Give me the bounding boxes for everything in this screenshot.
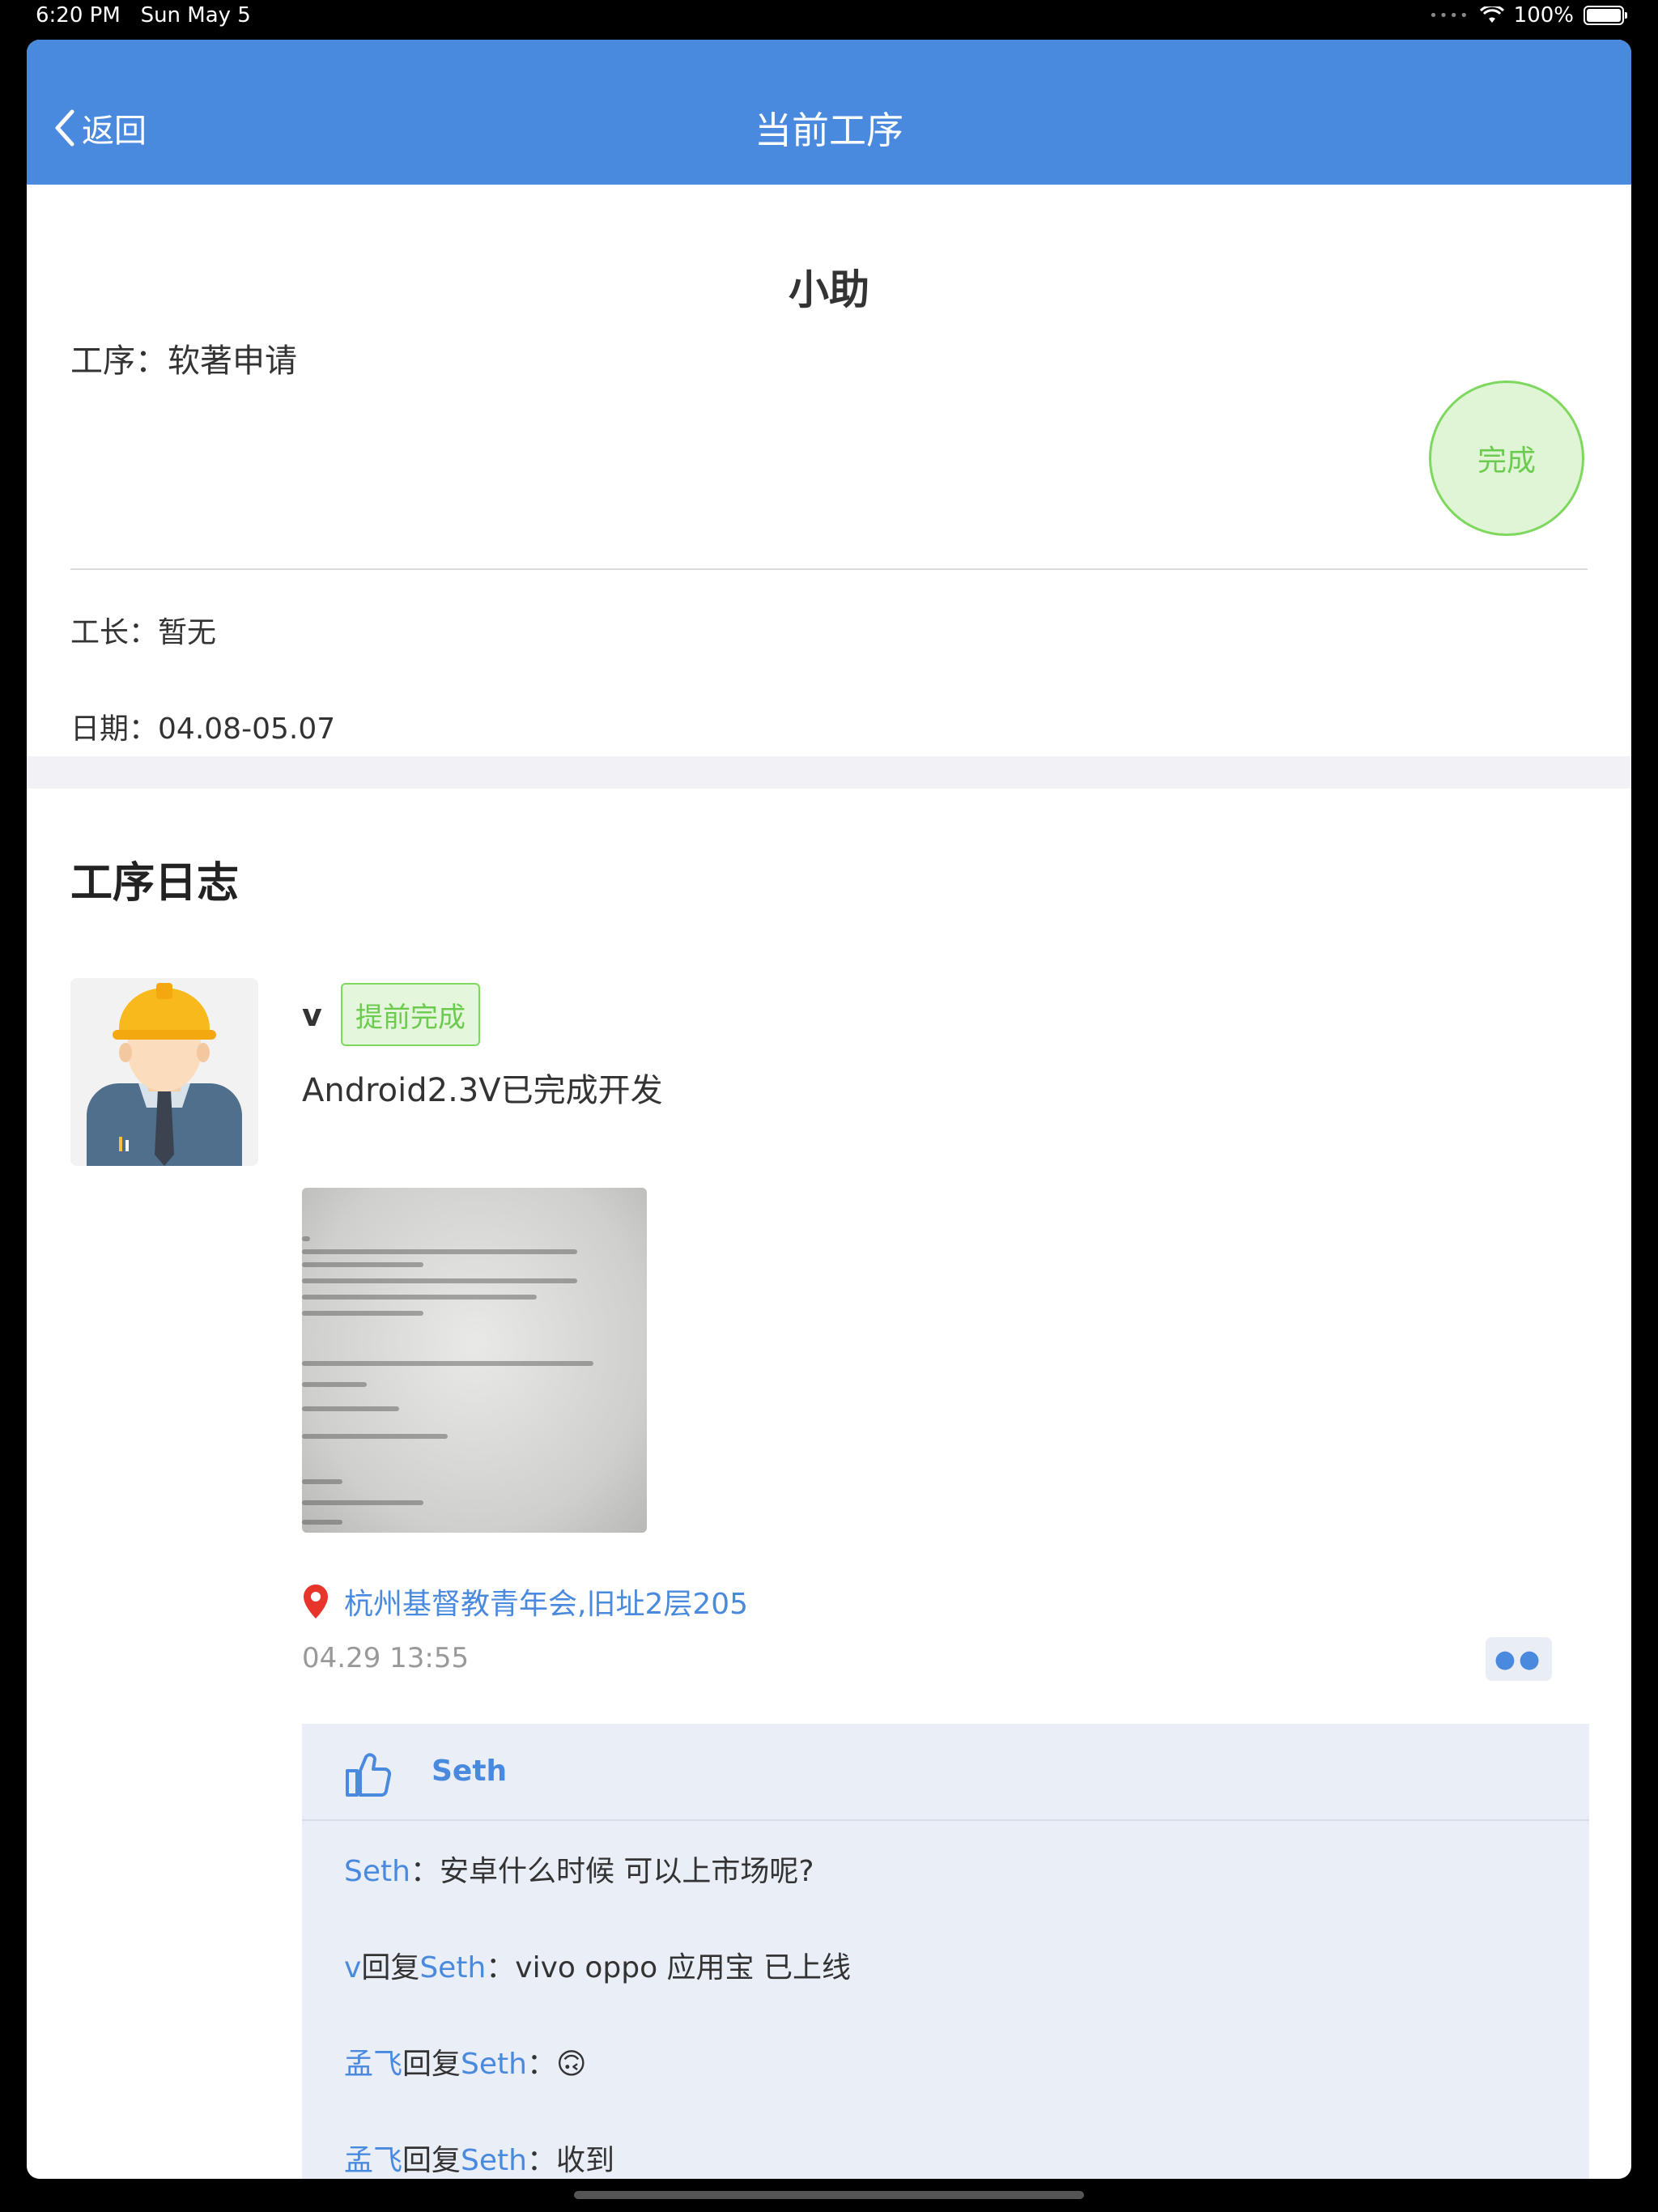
signal-dots-icon: •••• bbox=[1429, 6, 1470, 24]
map-pin-icon bbox=[304, 1585, 328, 1619]
worker-avatar-icon bbox=[87, 983, 242, 1166]
likes-row: Seth bbox=[302, 1724, 1589, 1821]
comment-item[interactable]: v回复Seth：vivo oppo 应用宝 已上线 bbox=[344, 1944, 851, 1986]
more-button[interactable]: ●● bbox=[1486, 1637, 1552, 1681]
comment-separator: ： bbox=[410, 1855, 440, 1888]
wifi-icon bbox=[1479, 6, 1504, 23]
process-info-card: 小助 工序：软著申请 完成 工长：暂无 日期：04.08-05.07 bbox=[27, 185, 1631, 756]
status-badge: 提前完成 bbox=[341, 983, 480, 1046]
comment-reply-target: Seth bbox=[419, 1951, 487, 1984]
comment-reply-target: Seth bbox=[461, 2048, 527, 2081]
comment-author: 孟飞 bbox=[344, 2048, 403, 2081]
status-date: Sun May 5 bbox=[140, 3, 251, 28]
comment-item[interactable]: 孟飞回复Seth：收到 bbox=[344, 2137, 614, 2179]
location-link[interactable]: 杭州基督教青年会,旧址2层205 bbox=[302, 1580, 748, 1623]
process-log-card: 工序日志 v 提前完成 Android2.3V已完成开发 杭州基督教青年会,旧址… bbox=[27, 789, 1631, 2179]
leader-value: 暂无 bbox=[158, 616, 217, 649]
log-text: Android2.3V已完成开发 bbox=[302, 1072, 663, 1109]
battery-percent: 100% bbox=[1513, 3, 1574, 28]
process-value: 软著申请 bbox=[168, 342, 297, 380]
date-row: 日期：04.08-05.07 bbox=[70, 705, 335, 747]
comment-author: 孟飞 bbox=[344, 2144, 403, 2177]
comment-text: vivo oppo 应用宝 已上线 bbox=[515, 1951, 852, 1984]
status-clock: 6:20 PM bbox=[36, 3, 121, 28]
comment-reply-word: 回复 bbox=[402, 2048, 461, 2081]
log-user-name[interactable]: v bbox=[302, 998, 322, 1033]
home-indicator[interactable] bbox=[574, 2191, 1084, 2199]
avatar[interactable] bbox=[70, 978, 258, 1166]
comment-separator: ： bbox=[526, 2144, 556, 2177]
status-time: 6:20 PM Sun May 5 bbox=[36, 3, 251, 28]
leader-row: 工长：暂无 bbox=[70, 609, 216, 651]
complete-button[interactable]: 完成 bbox=[1429, 381, 1584, 536]
comments-panel: Seth Seth：安卓什么时候 可以上市场呢? v回复Seth：vivo op… bbox=[302, 1724, 1589, 2179]
log-photo[interactable] bbox=[302, 1188, 647, 1533]
page-title: 当前工序 bbox=[755, 108, 903, 152]
more-dots-icon: ●● bbox=[1494, 1644, 1544, 1674]
comment-author: Seth bbox=[344, 1855, 410, 1888]
status-badge-label: 提前完成 bbox=[355, 1001, 466, 1034]
complete-label: 完成 bbox=[1477, 445, 1536, 478]
comment-text: 安卓什么时候 可以上市场呢? bbox=[439, 1855, 814, 1888]
battery-icon bbox=[1584, 6, 1627, 25]
comment-reply-target: Seth bbox=[461, 2144, 527, 2177]
comment-text: 收到 bbox=[555, 2144, 614, 2177]
process-row: 工序：软著申请 bbox=[70, 334, 297, 381]
comment-text: 🙃 bbox=[555, 2048, 587, 2081]
location-label: 杭州基督教青年会,旧址2层205 bbox=[344, 1588, 749, 1621]
project-title: 小助 bbox=[789, 266, 869, 313]
comment-reply-word: 回复 bbox=[361, 1951, 420, 1984]
thumbs-up-icon[interactable] bbox=[344, 1750, 393, 1798]
comment-item[interactable]: 孟飞回复Seth：🙃 bbox=[344, 2040, 587, 2082]
process-label: 工序： bbox=[70, 342, 168, 380]
nav-bar: 返回 当前工序 bbox=[27, 40, 1631, 185]
status-bar: 6:20 PM Sun May 5 •••• 100% bbox=[0, 0, 1658, 39]
log-timestamp: 04.29 13:55 bbox=[302, 1642, 470, 1674]
date-value: 04.08-05.07 bbox=[158, 713, 336, 746]
divider bbox=[70, 568, 1588, 570]
date-label: 日期： bbox=[70, 713, 159, 746]
comment-item[interactable]: Seth：安卓什么时候 可以上市场呢? bbox=[344, 1848, 814, 1890]
liker-name[interactable]: Seth bbox=[432, 1755, 507, 1788]
comment-reply-word: 回复 bbox=[402, 2144, 461, 2177]
comment-author: v bbox=[344, 1951, 362, 1984]
leader-label: 工长： bbox=[70, 616, 159, 649]
log-section-title: 工序日志 bbox=[70, 859, 240, 908]
comment-separator: ： bbox=[486, 1951, 516, 1984]
comment-separator: ： bbox=[526, 2048, 556, 2081]
page-sheet: 返回 当前工序 小助 工序：软著申请 完成 工长：暂无 日期：04.08-05.… bbox=[27, 40, 1631, 2179]
status-right: •••• 100% bbox=[1429, 3, 1627, 28]
